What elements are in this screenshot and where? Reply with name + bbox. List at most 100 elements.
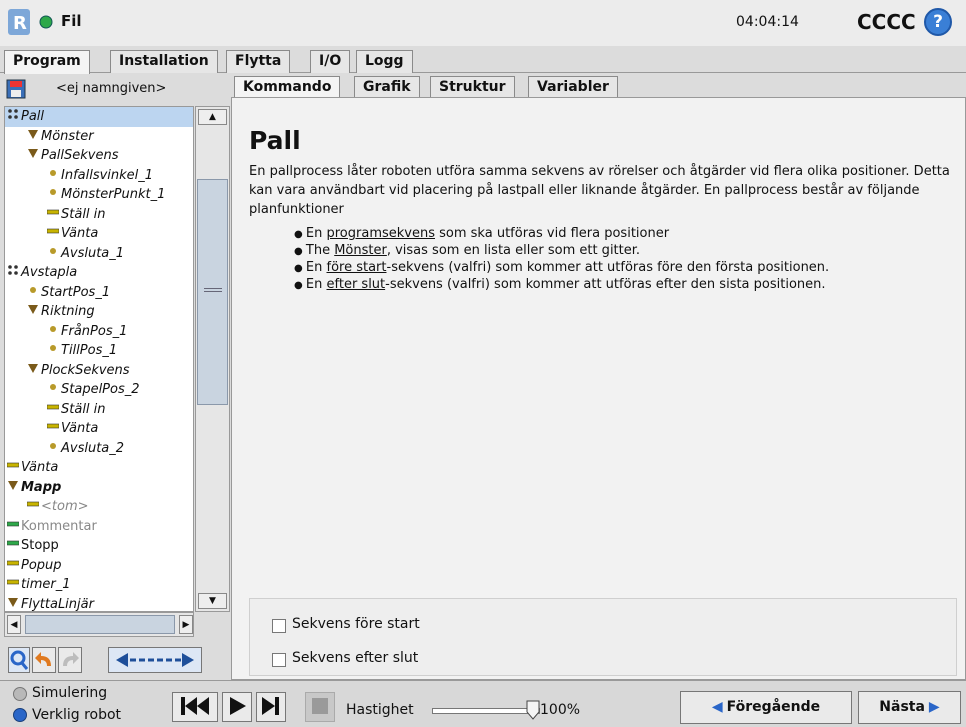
tree-node[interactable]: Pall [5, 107, 193, 127]
tree-vertical-scrollbar[interactable]: ▲ ▼ [195, 106, 230, 612]
tree-node[interactable]: Infallsvinkel_1 [5, 166, 193, 186]
tree-node[interactable]: Kommentar [5, 517, 193, 537]
clock: 04:04:14 [736, 14, 799, 30]
svg-text:R: R [13, 13, 27, 34]
tree-node-label: Mönster [41, 128, 94, 144]
command-icon [26, 497, 40, 517]
tab-installation[interactable]: Installation [110, 50, 218, 73]
file-menu[interactable]: Fil [61, 12, 82, 30]
waypoint-icon [47, 439, 59, 459]
tree-node[interactable]: TillPos_1 [5, 341, 193, 361]
tree-node[interactable]: Stopp [5, 536, 193, 556]
before-start-checkbox[interactable] [272, 619, 286, 633]
tree-node[interactable]: PallSekvens [5, 146, 193, 166]
tree-node[interactable]: StartPos_1 [5, 283, 193, 303]
subtab-graphics[interactable]: Grafik [354, 76, 420, 98]
subtab-variables[interactable]: Variabler [528, 76, 618, 98]
bullet-icon: ● [294, 246, 306, 257]
undo-icon[interactable] [32, 647, 56, 673]
rewind-button[interactable] [172, 692, 218, 722]
feature-link[interactable]: före start [327, 260, 387, 275]
tree-node-label: StartPos_1 [41, 284, 111, 300]
tree-node[interactable]: Ställ in [5, 205, 193, 225]
feature-link[interactable]: Mönster [334, 243, 387, 258]
stop-button[interactable] [305, 692, 335, 722]
next-button[interactable]: Nästa ▶ [858, 691, 961, 724]
redo-icon[interactable] [58, 647, 82, 673]
tab-program[interactable]: Program [4, 50, 90, 74]
scroll-right-icon[interactable]: ▶ [179, 615, 193, 634]
real-robot-radio[interactable] [13, 708, 27, 722]
tree-node-label: Ställ in [61, 206, 106, 222]
tab-io[interactable]: I/O [310, 50, 351, 73]
bottom-bar: Simulering Verklig robot Hastighet 100% … [0, 680, 966, 727]
tree-node[interactable]: PlockSekvens [5, 361, 193, 381]
tree-node[interactable]: Vänta [5, 458, 193, 478]
tree-node[interactable]: Avsluta_2 [5, 439, 193, 459]
tree-node-label: MönsterPunkt_1 [61, 187, 166, 202]
save-icon[interactable] [6, 79, 26, 99]
tree-node-label: Infallsvinkel_1 [61, 167, 154, 183]
tree-node-label: FrånPos_1 [61, 323, 128, 339]
tree-node-label: Ställ in [61, 401, 106, 417]
command-icon [6, 556, 20, 576]
tree-node[interactable]: Ställ in [5, 400, 193, 420]
subtab-structure[interactable]: Struktur [430, 76, 515, 98]
previous-button[interactable]: ◀ Föregående [680, 691, 852, 724]
tree-node-label: Avsluta_2 [61, 440, 125, 456]
tree-node[interactable]: Mapp [5, 478, 193, 498]
scroll-down-icon[interactable]: ▼ [198, 593, 227, 609]
tree-horizontal-scrollbar[interactable]: ◀ ▶ [4, 612, 194, 637]
tree-node[interactable]: StapelPos_2 [5, 380, 193, 400]
command-icon [46, 419, 60, 439]
scroll-thumb[interactable] [197, 179, 228, 405]
page-title: Pall [249, 126, 301, 155]
tree-node[interactable]: Avstapla [5, 263, 193, 283]
feature-text: En [305, 226, 327, 241]
scroll-left-icon[interactable]: ◀ [7, 615, 21, 634]
folder-triangle-icon [7, 595, 19, 612]
feature-item: ● En före start-sekvens (valfri) som kom… [294, 260, 829, 275]
command-icon [6, 458, 20, 478]
tree-node[interactable]: Popup [5, 556, 193, 576]
command-icon [46, 224, 60, 244]
hscroll-thumb[interactable] [25, 615, 175, 634]
feature-link[interactable]: programsekvens [327, 226, 436, 241]
tree-node-label: TillPos_1 [61, 343, 118, 358]
status-led-icon [39, 15, 53, 29]
tree-node[interactable]: Riktning [5, 302, 193, 322]
feature-text: -sekvens (valfri) som kommer att utföras… [386, 260, 830, 275]
tab-move[interactable]: Flytta [226, 50, 291, 73]
tree-node[interactable]: FrånPos_1 [5, 322, 193, 342]
command-panel: Pall En pallprocess låter roboten utföra… [231, 97, 966, 680]
tree-node[interactable]: <tom> [5, 497, 193, 517]
simulation-radio[interactable] [13, 687, 27, 701]
step-button[interactable] [256, 692, 286, 722]
tree-node[interactable]: FlyttaLinjär [5, 595, 193, 612]
tree-node-label: PlockSekvens [41, 362, 130, 378]
feature-link[interactable]: efter slut [327, 277, 386, 292]
next-label: Nästa [879, 699, 925, 715]
program-tree[interactable]: Pall Mönster PallSekvens Infallsvinkel_1 Mön… [4, 106, 194, 612]
tree-node[interactable]: timer_1 [5, 575, 193, 595]
scroll-up-icon[interactable]: ▲ [198, 109, 227, 125]
play-button[interactable] [222, 692, 252, 722]
tree-node[interactable]: Vänta [5, 419, 193, 439]
help-icon[interactable]: ? [924, 8, 952, 36]
move-node-icon[interactable] [108, 647, 202, 673]
simulation-label: Simulering [32, 685, 108, 701]
feature-item: ● The Mönster, visas som en lista eller … [294, 243, 640, 258]
subtab-command[interactable]: Kommando [234, 76, 341, 98]
folder-triangle-icon [27, 127, 39, 147]
tree-node[interactable]: Vänta [5, 224, 193, 244]
search-icon[interactable] [8, 647, 30, 673]
tree-node[interactable]: Mönster [5, 127, 193, 147]
speed-slider-handle[interactable] [526, 700, 540, 720]
tree-node[interactable]: Avsluta_1 [5, 244, 193, 264]
tree-node-label: Pall [21, 109, 45, 124]
tree-node[interactable]: MönsterPunkt_1 [5, 185, 193, 205]
tree-node-label: Vänta [61, 226, 99, 241]
tab-log[interactable]: Logg [356, 50, 413, 73]
after-end-checkbox[interactable] [272, 653, 286, 667]
speed-slider[interactable] [432, 708, 540, 714]
